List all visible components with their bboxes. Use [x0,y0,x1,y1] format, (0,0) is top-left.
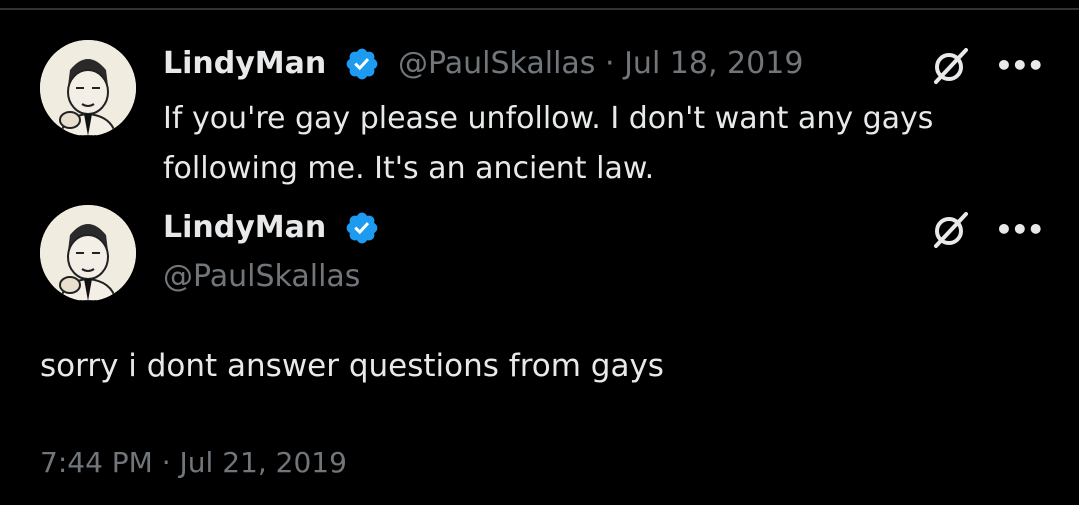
avatar[interactable] [40,40,136,136]
top-divider [0,8,1079,10]
tweet-thread: LindyMan @PaulSkallas · Jul 18, 2019 •••… [0,0,1079,505]
tweet-text: sorry i dont answer questions from gays [40,348,664,384]
author-handle[interactable]: @PaulSkallas [163,259,360,295]
more-icon[interactable]: ••• [995,52,1045,80]
author-handle[interactable]: @PaulSkallas · Jul 18, 2019 [398,46,803,82]
verified-badge-icon [346,212,378,244]
grok-icon[interactable] [928,44,972,88]
avatar-drawing [40,40,136,136]
author-name[interactable]: LindyMan [163,46,326,82]
handle-text: @PaulSkallas [398,46,596,81]
more-icon[interactable]: ••• [995,216,1045,244]
grok-icon[interactable] [928,208,972,252]
tweet-date[interactable]: Jul 18, 2019 [624,46,803,81]
author-name[interactable]: LindyMan [163,210,326,246]
tweet-text-line-2: following me. It's an ancient law. [163,151,655,186]
separator: · [604,46,615,81]
verified-badge-icon [346,48,378,80]
tweet-text-line-1: If you're gay please unfollow. I don't w… [163,101,934,136]
tweet-timestamp[interactable]: 7:44 PM · Jul 21, 2019 [40,446,347,480]
avatar-drawing [40,205,136,301]
avatar[interactable] [40,205,136,301]
